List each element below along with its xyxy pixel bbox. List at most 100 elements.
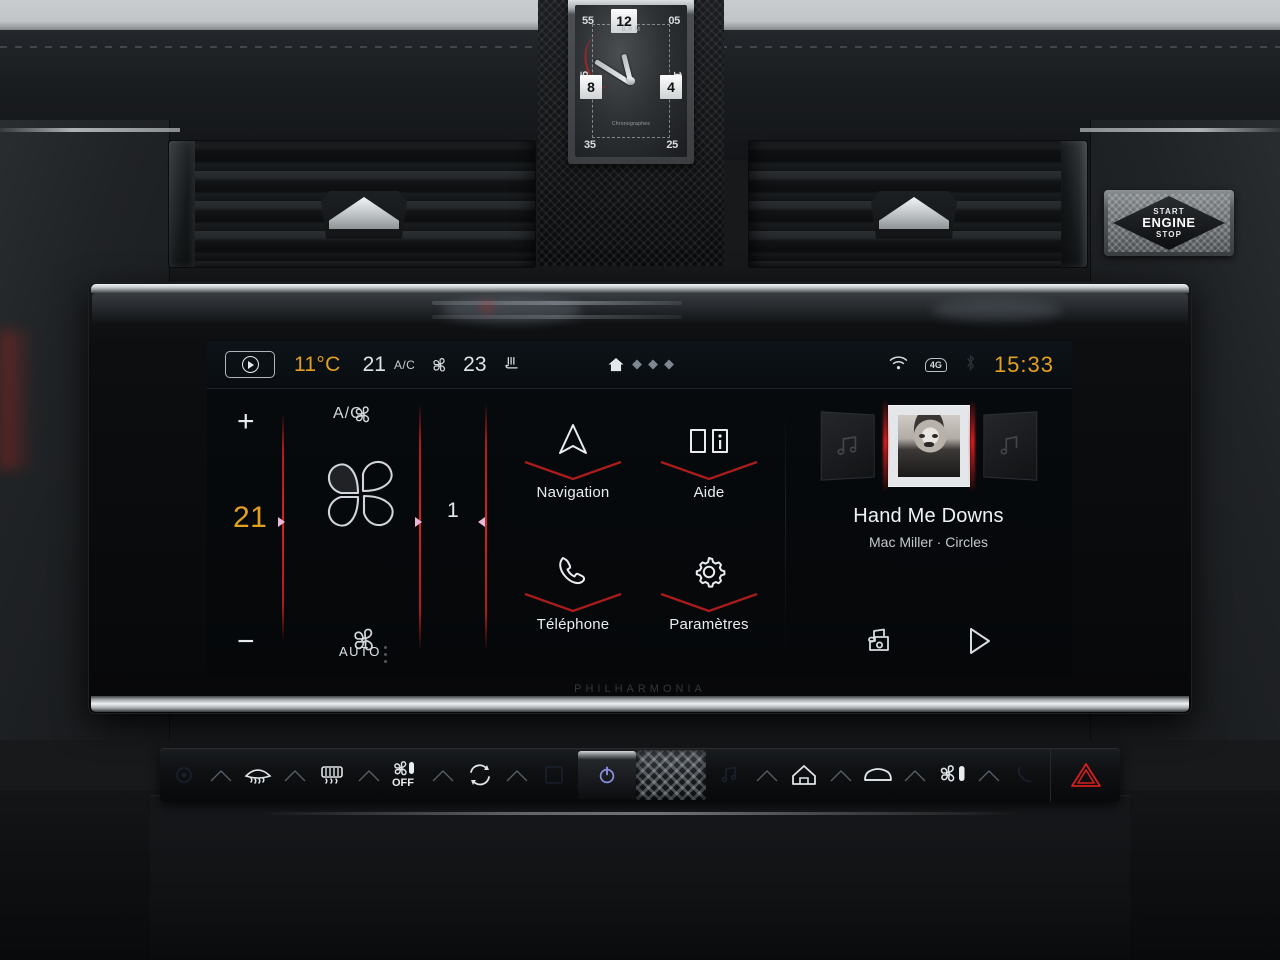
help-book-icon [687, 415, 731, 459]
temp-decrease-button[interactable]: − [237, 627, 255, 657]
bezel-brand-text: PHILHARMONIA [574, 683, 706, 695]
fan-speed-handle-right[interactable] [478, 517, 485, 527]
phone-handset-icon [554, 547, 592, 591]
track-title: Hand Me Downs [853, 505, 1004, 527]
current-album-cover[interactable] [888, 406, 969, 486]
previous-album-cover[interactable] [820, 411, 875, 481]
start-stop-engine-button[interactable]: START ENGINE STOP [1104, 190, 1234, 256]
engine-label-stop: STOP [1155, 230, 1183, 239]
home-button[interactable] [780, 748, 828, 802]
app-tile-telephone[interactable]: Téléphone [505, 535, 641, 667]
physical-button-bar: OFF [160, 748, 1120, 802]
fan-icon[interactable] [429, 355, 451, 375]
climate-auto-level-dots [384, 646, 387, 663]
page-dot-1[interactable] [631, 359, 642, 370]
vehicle-button[interactable] [854, 748, 902, 802]
heated-seat-icon[interactable] [501, 354, 523, 376]
music-note-icon [997, 434, 1021, 459]
temp-increase-button[interactable]: + [237, 407, 255, 437]
app-chevron [523, 460, 623, 482]
audio-shortcut-button[interactable] [706, 748, 754, 802]
screen-content: A/C + − 21 AUTO 1 Navigation Aide Téléph… [207, 389, 1072, 677]
button-separator [282, 748, 308, 802]
media-shortcut-button[interactable] [160, 748, 208, 802]
gear-icon [690, 547, 728, 591]
app-tile-navigation[interactable]: Navigation [505, 403, 641, 535]
air-vent-left-adjuster[interactable] [321, 191, 407, 239]
next-album-cover[interactable] [982, 411, 1037, 481]
app-tile-aide[interactable]: Aide [641, 403, 777, 535]
engine-label-engine: ENGINE [1142, 215, 1196, 230]
clock-brand: B.R.M [621, 27, 641, 33]
page-dot-2[interactable] [647, 359, 658, 370]
passenger-temperature[interactable]: 23 [463, 353, 486, 377]
media-player-panel: Hand Me Downs Mac Miller · Circles [785, 389, 1072, 677]
left-spare-button[interactable] [530, 748, 578, 802]
clock-face: 55 05 15 25 35 45 12 4 8 B.R.M Chronogra… [575, 5, 687, 157]
rear-defrost-button[interactable] [308, 748, 356, 802]
play-icon[interactable] [965, 626, 993, 661]
status-ac-label[interactable]: A/C [394, 358, 415, 372]
app-tile-parametres[interactable]: Paramètres [641, 535, 777, 667]
volume-knob[interactable] [636, 750, 706, 800]
album-carousel[interactable] [785, 405, 1072, 487]
air-vent-right-adjuster[interactable] [871, 191, 957, 239]
track-artist-album: Mac Miller · Circles [869, 534, 988, 550]
power-button[interactable] [578, 751, 636, 799]
console-chrome-trim [258, 812, 1022, 815]
hazard-lights-button[interactable] [1050, 748, 1120, 802]
network-badge-4g: 4G [924, 357, 947, 372]
bezel-reflection [92, 293, 1188, 339]
fan-small-icon[interactable] [350, 403, 376, 432]
fan-large-icon[interactable] [347, 624, 381, 661]
infotainment-screen[interactable]: 11°C 21 A/C 23 4G 15:33 A/C + − 21 AUTO … [207, 341, 1072, 677]
climate-panel[interactable]: A/C + − 21 AUTO 1 [207, 389, 497, 677]
air-vent-left [168, 140, 536, 268]
climate-off-icon: OFF [392, 761, 414, 789]
app-label-aide: Aide [693, 484, 725, 501]
chrome-trim-left [0, 128, 180, 132]
app-label-parametres: Paramètres [669, 616, 749, 633]
button-separator [976, 748, 1002, 802]
media-status-button[interactable] [225, 351, 275, 378]
app-grid: Navigation Aide Téléphone Paramètres [497, 389, 785, 677]
app-chevron [659, 460, 759, 482]
fan-speed-handle-left[interactable] [415, 517, 422, 527]
driver-temp-slider-handle[interactable] [278, 517, 285, 527]
music-note-icon [836, 434, 860, 459]
blower-fan-icon[interactable] [311, 445, 411, 550]
windshield-defrost-button[interactable] [234, 748, 282, 802]
ambient-light-glow [0, 330, 34, 470]
climate-fan-icon [940, 765, 965, 782]
app-label-telephone: Téléphone [536, 616, 610, 633]
climate-off-button[interactable]: OFF [382, 748, 430, 802]
media-controls [785, 626, 1072, 661]
media-source-icon[interactable] [864, 627, 896, 660]
climate-button[interactable] [928, 748, 976, 802]
bluetooth-icon [963, 353, 978, 377]
navigation-arrow-icon [553, 415, 593, 459]
windshield-defrost-icon [244, 769, 272, 784]
phone-shortcut-button[interactable] [1002, 748, 1050, 802]
hazard-triangle-icon [1070, 763, 1101, 787]
app-chevron [659, 592, 759, 614]
exterior-temperature: 11°C [294, 352, 341, 376]
button-bar-left: OFF [160, 748, 578, 802]
fan-speed-slider-right[interactable] [485, 403, 487, 651]
page-dot-3[interactable] [663, 359, 674, 370]
clock-mark-05: 05 [668, 15, 680, 27]
center-console [150, 795, 1130, 960]
chrome-trim-right [1080, 128, 1280, 132]
button-separator [430, 748, 456, 802]
clock-housing: 55 05 15 25 35 45 12 4 8 B.R.M Chronogra… [538, 0, 1234, 266]
analog-clock: 55 05 15 25 35 45 12 4 8 B.R.M Chronogra… [568, 0, 694, 164]
wifi-icon[interactable] [888, 354, 909, 376]
driver-temp-slider[interactable] [282, 413, 284, 641]
driver-temperature[interactable]: 21 [363, 353, 386, 377]
bezel-chrome-top [91, 284, 1189, 293]
button-separator [828, 748, 854, 802]
fan-speed-slider-left[interactable] [419, 403, 421, 651]
home-icon [792, 765, 816, 785]
button-bar-right [706, 748, 1050, 802]
air-recirculation-button[interactable] [456, 748, 504, 802]
